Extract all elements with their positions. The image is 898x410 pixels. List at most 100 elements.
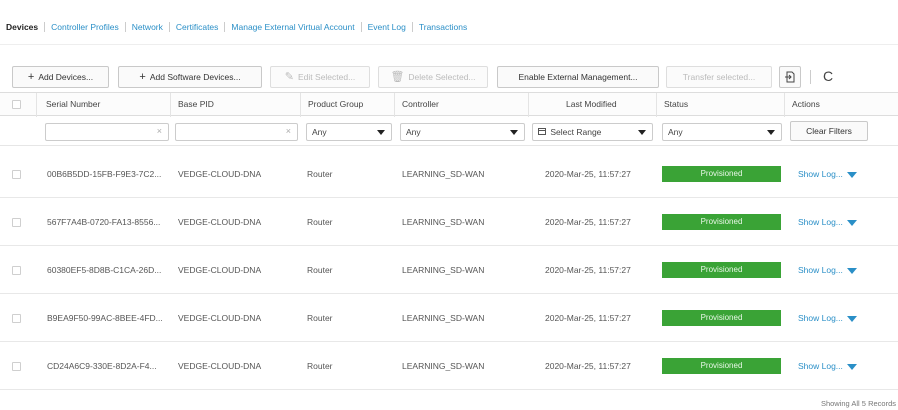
column-product-group[interactable]: Product Group (308, 99, 363, 109)
product-group-filter-select[interactable]: Any (306, 123, 392, 141)
column-divider (170, 93, 171, 117)
tab-transactions[interactable]: Transactions (413, 22, 473, 32)
export-button[interactable] (779, 66, 801, 88)
row-checkbox[interactable] (12, 362, 21, 371)
show-log-label: Show Log... (798, 361, 843, 371)
tab-devices[interactable]: Devices (6, 22, 44, 32)
chevron-down-icon[interactable] (846, 171, 857, 178)
add-devices-button[interactable]: + Add Devices... (12, 66, 109, 88)
column-divider (784, 93, 785, 117)
show-log-label: Show Log... (798, 217, 843, 227)
status-badge: Provisioned (662, 166, 781, 182)
refresh-icon[interactable]: C (823, 68, 837, 84)
chevron-down-icon[interactable] (846, 315, 857, 322)
product-group-filter-value: Any (312, 127, 327, 137)
column-last-modified[interactable]: Last Modified (566, 99, 617, 109)
transfer-selected-label: Transfer selected... (682, 72, 756, 82)
show-log-label: Show Log... (798, 313, 843, 323)
plus-icon: + (27, 70, 35, 83)
table-row: 00B6B5DD-15FB-F9E3-7C2... VEDGE-CLOUD-DN… (0, 150, 898, 198)
clear-filters-button[interactable]: Clear Filters (790, 121, 868, 141)
last-modified-cell: 2020-Mar-25, 11:57:27 (545, 361, 631, 371)
show-log-link[interactable]: Show Log... (798, 217, 857, 227)
records-count: Showing All 5 Records (820, 399, 896, 408)
status-badge: Provisioned (662, 310, 781, 326)
tab-controller-profiles[interactable]: Controller Profiles (45, 22, 125, 32)
controller-filter-value: Any (406, 127, 421, 137)
toolbar-divider (810, 70, 811, 84)
status-badge: Provisioned (662, 262, 781, 278)
serial-number-cell: CD24A6C9-330E-8D2A-F4... (47, 361, 157, 371)
product-group-cell: Router (307, 265, 333, 275)
controller-cell: LEARNING_SD-WAN (402, 265, 485, 275)
product-group-cell: Router (307, 313, 333, 323)
tab-network[interactable]: Network (126, 22, 169, 32)
last-modified-cell: 2020-Mar-25, 11:57:27 (545, 313, 631, 323)
clear-icon[interactable]: × (286, 126, 291, 136)
column-base-pid[interactable]: Base PID (178, 99, 214, 109)
filter-row: × × Any Any Select Range Any Clear Filte… (0, 116, 898, 146)
serial-number-cell: 567F7A4B-0720-FA13-8556... (47, 217, 161, 227)
chevron-down-icon (377, 130, 385, 135)
column-controller[interactable]: Controller (402, 99, 439, 109)
select-all-checkbox[interactable] (12, 100, 21, 109)
serial-number-cell: 60380EF5-8D8B-C1CA-26D... (47, 265, 162, 275)
chevron-down-icon (510, 130, 518, 135)
last-modified-cell: 2020-Mar-25, 11:57:27 (545, 169, 631, 179)
chevron-down-icon[interactable] (846, 267, 857, 274)
product-group-cell: Router (307, 217, 333, 227)
delete-selected-label: Delete Selected... (408, 72, 476, 82)
pid-filter-input[interactable]: × (175, 123, 298, 141)
calendar-icon (538, 128, 546, 135)
last-modified-range-select[interactable]: Select Range (532, 123, 653, 141)
table-row: B9EA9F50-99AC-8BEE-4FD... VEDGE-CLOUD-DN… (0, 294, 898, 342)
clear-icon[interactable]: × (157, 126, 162, 136)
trash-icon: 🗑 (390, 70, 405, 83)
row-checkbox[interactable] (12, 266, 21, 275)
show-log-link[interactable]: Show Log... (798, 313, 857, 323)
column-actions: Actions (792, 99, 820, 109)
serial-number-cell: 00B6B5DD-15FB-F9E3-7C2... (47, 169, 162, 179)
row-checkbox[interactable] (12, 170, 21, 179)
row-checkbox[interactable] (12, 314, 21, 323)
column-divider (656, 93, 657, 117)
product-group-cell: Router (307, 169, 333, 179)
tabs-divider-line (0, 44, 898, 45)
show-log-link[interactable]: Show Log... (798, 265, 857, 275)
row-checkbox[interactable] (12, 218, 21, 227)
transfer-selected-button[interactable]: Transfer selected... (666, 66, 772, 88)
toolbar: + Add Devices... + Add Software Devices.… (0, 64, 898, 90)
tab-certificates[interactable]: Certificates (170, 22, 225, 32)
last-modified-range-value: Select Range (550, 127, 602, 137)
tab-event-log[interactable]: Event Log (362, 22, 412, 32)
plus-icon: + (139, 70, 146, 83)
chevron-down-icon[interactable] (846, 363, 857, 370)
column-divider (300, 93, 301, 117)
table-header: Serial Number Base PID Product Group Con… (0, 92, 898, 117)
edit-selected-button[interactable]: ✎ Edit Selected... (270, 66, 370, 88)
controller-filter-select[interactable]: Any (400, 123, 525, 141)
pencil-icon: ✎ (284, 70, 295, 83)
serial-filter-input[interactable]: × (45, 123, 169, 141)
add-devices-label: Add Devices... (38, 72, 94, 82)
delete-selected-button[interactable]: 🗑 Delete Selected... (378, 66, 488, 88)
base-pid-cell: VEDGE-CLOUD-DNA (178, 313, 262, 323)
column-status[interactable]: Status (664, 99, 688, 109)
base-pid-cell: VEDGE-CLOUD-DNA (178, 217, 262, 227)
status-badge: Provisioned (662, 358, 781, 374)
table-row: CD24A6C9-330E-8D2A-F4... VEDGE-CLOUD-DNA… (0, 342, 898, 390)
show-log-link[interactable]: Show Log... (798, 361, 857, 371)
enable-external-management-button[interactable]: Enable External Management... (497, 66, 659, 88)
status-filter-select[interactable]: Any (662, 123, 782, 141)
edit-selected-label: Edit Selected... (298, 72, 356, 82)
table-row: 567F7A4B-0720-FA13-8556... VEDGE-CLOUD-D… (0, 198, 898, 246)
serial-number-cell: B9EA9F50-99AC-8BEE-4FD... (47, 313, 163, 323)
show-log-link[interactable]: Show Log... (798, 169, 857, 179)
tab-manage-external-virtual-account[interactable]: Manage External Virtual Account (225, 22, 360, 32)
add-software-devices-button[interactable]: + Add Software Devices... (118, 66, 262, 88)
chevron-down-icon[interactable] (846, 219, 857, 226)
product-group-cell: Router (307, 361, 333, 371)
status-filter-value: Any (668, 127, 683, 137)
chevron-down-icon (767, 130, 775, 135)
column-serial-number[interactable]: Serial Number (46, 99, 100, 109)
